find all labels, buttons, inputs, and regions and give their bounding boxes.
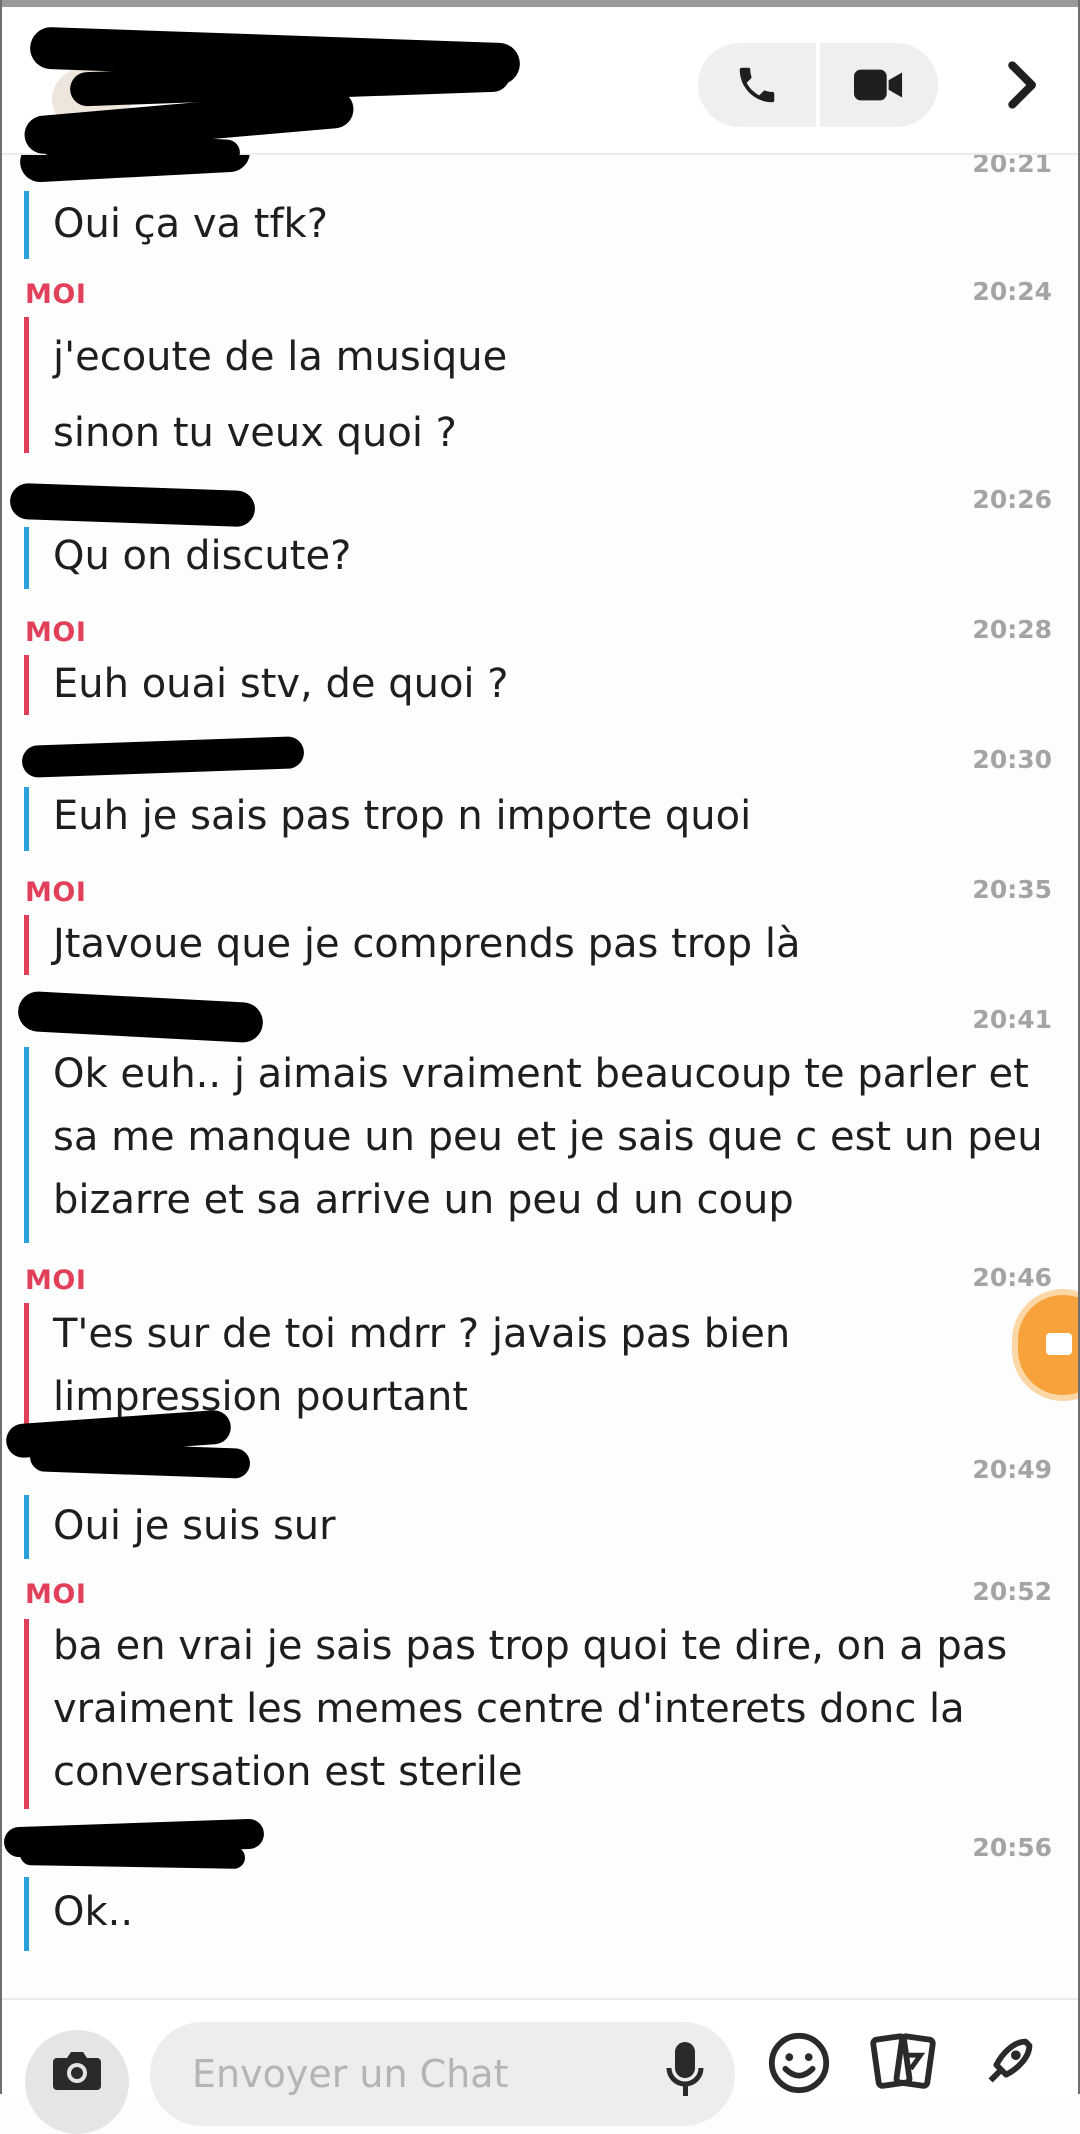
left-frame-edge: [0, 0, 2, 2094]
stickers-button[interactable]: [868, 2030, 948, 2100]
microphone-button[interactable]: [665, 2040, 705, 2100]
video-camera-icon: [854, 69, 903, 101]
message-time: 20:26: [972, 485, 1052, 514]
message-meta: MOI 20:46: [0, 1263, 1080, 1303]
message-text[interactable]: Jtavoue que je comprends pas trop là: [53, 913, 1043, 976]
message-item: 20:41 Ok euh.. j aimais vraiment beaucou…: [0, 1005, 1080, 1245]
message-meta: MOI 20:24: [0, 277, 1080, 317]
message-item: MOI 20:52 ba en vrai je sais pas trop qu…: [0, 1577, 1080, 1817]
message-text[interactable]: j'ecoute de la musique sinon tu veux quo…: [53, 319, 1043, 471]
message-list[interactable]: 20:21 Oui ça va tfk? MOI 20:24 j'ecoute …: [0, 155, 1080, 1960]
voice-call-button[interactable]: [698, 43, 816, 127]
friend-message-bar: [24, 787, 29, 851]
message-sender: MOI: [25, 279, 87, 310]
message-line: Ok..: [53, 1889, 134, 1935]
video-call-button[interactable]: [820, 43, 938, 127]
top-frame-edge: [0, 0, 1080, 7]
chevron-right-icon: [1008, 61, 1036, 109]
message-text[interactable]: Ok..: [53, 1881, 1043, 1944]
more-options-button[interactable]: [985, 47, 1061, 123]
message-time: 20:21: [972, 155, 1052, 178]
my-message-bar: [24, 655, 29, 715]
message-item: MOI 20:28 Euh ouai stv, de quoi ?: [0, 615, 1080, 725]
chat-header: [0, 7, 1080, 167]
message-time: 20:28: [972, 615, 1052, 644]
call-actions: [698, 43, 938, 127]
message-sender: MOI: [25, 1265, 87, 1296]
friend-message-bar: [24, 1877, 29, 1951]
message-item: MOI 20:24 j'ecoute de la musique sinon t…: [0, 277, 1080, 457]
message-sender: MOI: [25, 1579, 87, 1610]
message-meta: MOI 20:52: [0, 1577, 1080, 1617]
my-message-bar: [24, 1303, 29, 1429]
my-message-bar: [24, 915, 29, 975]
games-button[interactable]: [975, 2030, 1055, 2100]
message-time: 20:52: [972, 1577, 1052, 1606]
message-line: j'ecoute de la musique: [53, 334, 508, 380]
message-text[interactable]: Euh je sais pas trop n importe quoi: [53, 785, 1043, 848]
message-time: 20:35: [972, 875, 1052, 904]
friend-message-bar: [24, 191, 29, 259]
message-line: Jtavoue que je comprends pas trop là: [53, 921, 801, 967]
redacted-sender: [19, 1843, 246, 1869]
friend-message-bar: [24, 1047, 29, 1243]
message-meta: MOI 20:28: [0, 615, 1080, 655]
message-line: Qu on discute?: [53, 533, 352, 579]
emoji-button[interactable]: [766, 2030, 846, 2100]
friend-message-bar: [24, 1495, 29, 1559]
message-text[interactable]: Ok euh.. j aimais vraiment beaucoup te p…: [53, 1043, 1063, 1232]
camera-icon: [53, 2052, 101, 2090]
video-icon: [1046, 1333, 1072, 1355]
message-line: T'es sur de toi mdrr ? javais pas bien l…: [53, 1311, 791, 1420]
message-text[interactable]: T'es sur de toi mdrr ? javais pas bien l…: [53, 1303, 883, 1429]
message-time: 20:46: [972, 1263, 1052, 1292]
message-line: Oui je suis sur: [53, 1503, 336, 1549]
chat-composer: [0, 1998, 1080, 2134]
chat-input[interactable]: [150, 2022, 735, 2126]
message-line: sinon tu veux quoi ?: [53, 410, 457, 456]
microphone-icon: [666, 2042, 704, 2096]
message-line: Ok euh.. j aimais vraiment beaucoup te p…: [53, 1051, 1043, 1223]
message-text[interactable]: Oui je suis sur: [53, 1495, 1043, 1558]
message-line: ba en vrai je sais pas trop quoi te dire…: [53, 1623, 1008, 1795]
message-time: 20:49: [972, 1455, 1052, 1484]
my-message-bar: [24, 317, 29, 453]
message-text[interactable]: ba en vrai je sais pas trop quoi te dire…: [53, 1615, 1063, 1804]
sticker-cards-icon: [870, 2033, 936, 2089]
message-sender: MOI: [25, 617, 87, 648]
phone-icon: [739, 67, 775, 103]
message-time: 20:24: [972, 277, 1052, 306]
message-text[interactable]: Qu on discute?: [53, 525, 1043, 588]
message-text[interactable]: Euh ouai stv, de quoi ?: [53, 653, 1043, 716]
message-text[interactable]: Oui ça va tfk?: [53, 193, 1043, 256]
my-message-bar: [24, 1619, 29, 1809]
message-time: 20:30: [972, 745, 1052, 774]
camera-button[interactable]: [25, 2030, 129, 2134]
message-sender: MOI: [25, 877, 87, 908]
message-line: Euh ouai stv, de quoi ?: [53, 661, 509, 707]
message-time: 20:41: [972, 1005, 1052, 1034]
message-line: Oui ça va tfk?: [53, 201, 328, 247]
smiley-icon: [768, 2032, 830, 2094]
message-meta: MOI 20:35: [0, 875, 1080, 915]
message-time: 20:56: [972, 1833, 1052, 1862]
friend-message-bar: [24, 527, 29, 589]
message-line: Euh je sais pas trop n importe quoi: [53, 793, 752, 839]
message-item: MOI 20:35 Jtavoue que je comprends pas t…: [0, 875, 1080, 985]
rocket-icon: [988, 2038, 1033, 2083]
message-item: MOI 20:46 T'es sur de toi mdrr ? javais …: [0, 1263, 1080, 1433]
